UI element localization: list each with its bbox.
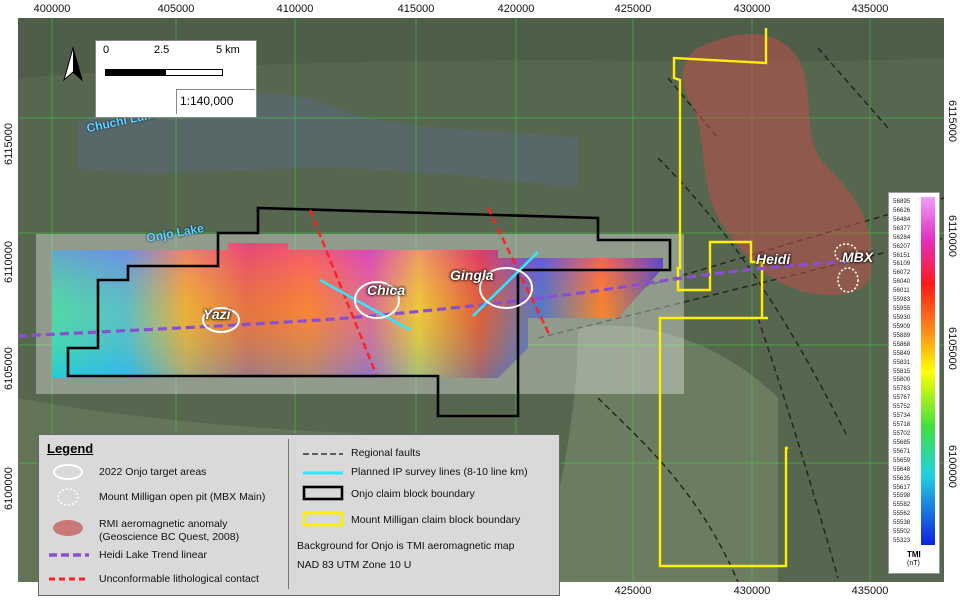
colorbar-label: 56109: [893, 260, 911, 268]
colorbar-label: 55955: [893, 305, 911, 313]
colorbar-label: 55752: [893, 403, 911, 411]
colorbar-label: 55909: [893, 322, 911, 330]
trend-line-symbol-icon: [49, 553, 89, 557]
legend-divider: [288, 439, 289, 589]
y-tick: 6115000: [3, 122, 15, 165]
colorbar-label: 55889: [893, 331, 911, 339]
colorbar-label: 55930: [893, 314, 911, 321]
colorbar-label: 55983: [893, 296, 911, 304]
colorbar-ramp: [921, 197, 935, 545]
colorbar-label: 55598: [893, 492, 911, 500]
colorbar-label: 55831: [893, 358, 911, 366]
scale-ratio: 1:140,000: [180, 94, 234, 108]
gingla-label: Gingla: [450, 267, 494, 283]
chica-label: Chica: [367, 282, 406, 298]
colorbar-label: 56626: [893, 206, 911, 214]
x-tick: 420000: [497, 3, 535, 15]
colorbar-label: 55718: [893, 421, 911, 429]
scale-segment-dark: [105, 69, 165, 76]
y-tick: 6100000: [3, 467, 15, 510]
x-tick: 425000: [614, 585, 652, 597]
x-tick: 435000: [851, 585, 889, 597]
heidi-label: Heidi: [756, 251, 791, 267]
x-tick: 430000: [733, 3, 771, 15]
open-pit-symbol-icon: [57, 488, 79, 506]
legend-regional-faults: Regional faults: [351, 447, 421, 459]
legend-datum-note: NAD 83 UTM Zone 10 U: [297, 559, 412, 571]
colorbar-label: 56011: [893, 287, 910, 295]
colorbar-label: 56040: [893, 278, 911, 286]
colorbar-label: 56284: [893, 233, 911, 241]
scale-segment-light: [165, 69, 223, 76]
y-tick: 6115000: [946, 100, 958, 143]
legend-background-note: Background for Onjo is TMI aeromagnetic …: [297, 540, 515, 552]
colorbar-label: 56072: [893, 269, 911, 277]
scale-bar: 0 2.5 5 km 1:140,000: [95, 40, 257, 118]
mbx-label: MBX: [842, 249, 874, 265]
scale-zero: 0: [103, 44, 110, 56]
colorbar-label: 55783: [893, 385, 911, 393]
colorbar-label: 55635: [893, 474, 911, 482]
scale-ratio-box: 1:140,000: [176, 89, 255, 114]
onjo-boundary-symbol-icon: [302, 485, 344, 501]
colorbar-label: 55685: [893, 438, 911, 446]
colorbar-label: 55582: [893, 501, 911, 509]
colorbar-label: 56895: [893, 198, 911, 205]
colorbar-label: 56484: [893, 215, 911, 223]
colorbar-label: 55702: [893, 430, 911, 437]
tmi-colorbar: 56895 56626 56484 56377 56284 56207 56151 56109…: [888, 192, 940, 574]
contact-line-symbol-icon: [49, 577, 89, 581]
fault-line-symbol-icon: [303, 453, 343, 455]
legend-open-pit: Mount Milligan open pit (MBX Main): [99, 491, 266, 503]
ip-line-symbol-icon: [303, 471, 343, 475]
colorbar-label: 56151: [893, 251, 911, 259]
colorbar-label: 55868: [893, 340, 911, 348]
y-tick: 6110000: [946, 215, 958, 258]
colorbar-label: 55767: [893, 394, 911, 402]
legend-trend-linear: Heidi Lake Trend linear: [99, 549, 207, 561]
colorbar-unit: (nT): [907, 560, 920, 567]
colorbar-label: 55648: [893, 465, 911, 473]
colorbar-label: 55538: [893, 519, 911, 527]
yazi-label: Yazi: [203, 306, 231, 322]
rmi-anomaly-symbol-icon: [53, 520, 83, 536]
colorbar-label: 55671: [893, 447, 911, 455]
x-tick: 430000: [733, 585, 771, 597]
colorbar-label: 56377: [893, 224, 911, 232]
y-tick: 6105000: [3, 347, 15, 390]
x-tick: 400000: [33, 3, 71, 15]
x-tick: 405000: [157, 3, 195, 15]
colorbar-label: 55734: [893, 412, 911, 420]
colorbar-label: 55617: [893, 483, 911, 491]
colorbar-label: 55815: [893, 367, 911, 375]
x-tick: 435000: [851, 3, 889, 15]
scale-mid: 2.5: [154, 44, 170, 56]
colorbar-label: 55562: [893, 510, 911, 518]
y-tick: 6100000: [946, 445, 958, 488]
x-tick: 415000: [397, 3, 435, 15]
x-tick: 425000: [614, 3, 652, 15]
target-area-symbol-icon: [53, 464, 83, 480]
legend-rmi-anomaly: RMI aeromagnetic anomaly: [99, 518, 228, 530]
y-tick: 6105000: [946, 327, 958, 370]
legend-lithological-contact: Unconformable lithological contact: [99, 573, 259, 585]
legend-rmi-source: (Geoscience BC Quest, 2008): [99, 531, 240, 543]
colorbar-label: 55800: [893, 376, 911, 384]
legend-title: Legend: [47, 441, 94, 456]
colorbar-title: TMI: [907, 550, 921, 559]
colorbar-label: 55849: [893, 349, 911, 357]
colorbar-label: 56207: [893, 242, 911, 250]
legend-milligan-boundary: Mount Milligan claim block boundary: [351, 514, 521, 526]
colorbar-label: 55323: [893, 537, 911, 545]
legend: Legend 2022 Onjo target areas Mount Mill…: [38, 434, 560, 596]
milligan-boundary-symbol-icon: [302, 511, 344, 527]
y-tick: 6110000: [3, 240, 15, 283]
scale-end: 5 km: [216, 44, 240, 56]
colorbar-label: 55502: [893, 528, 911, 536]
x-tick: 410000: [276, 3, 314, 15]
colorbar-label: 55659: [893, 456, 911, 464]
legend-target-areas: 2022 Onjo target areas: [99, 466, 207, 478]
legend-onjo-boundary: Onjo claim block boundary: [351, 488, 475, 500]
legend-ip-lines: Planned IP survey lines (8-10 line km): [351, 466, 528, 478]
